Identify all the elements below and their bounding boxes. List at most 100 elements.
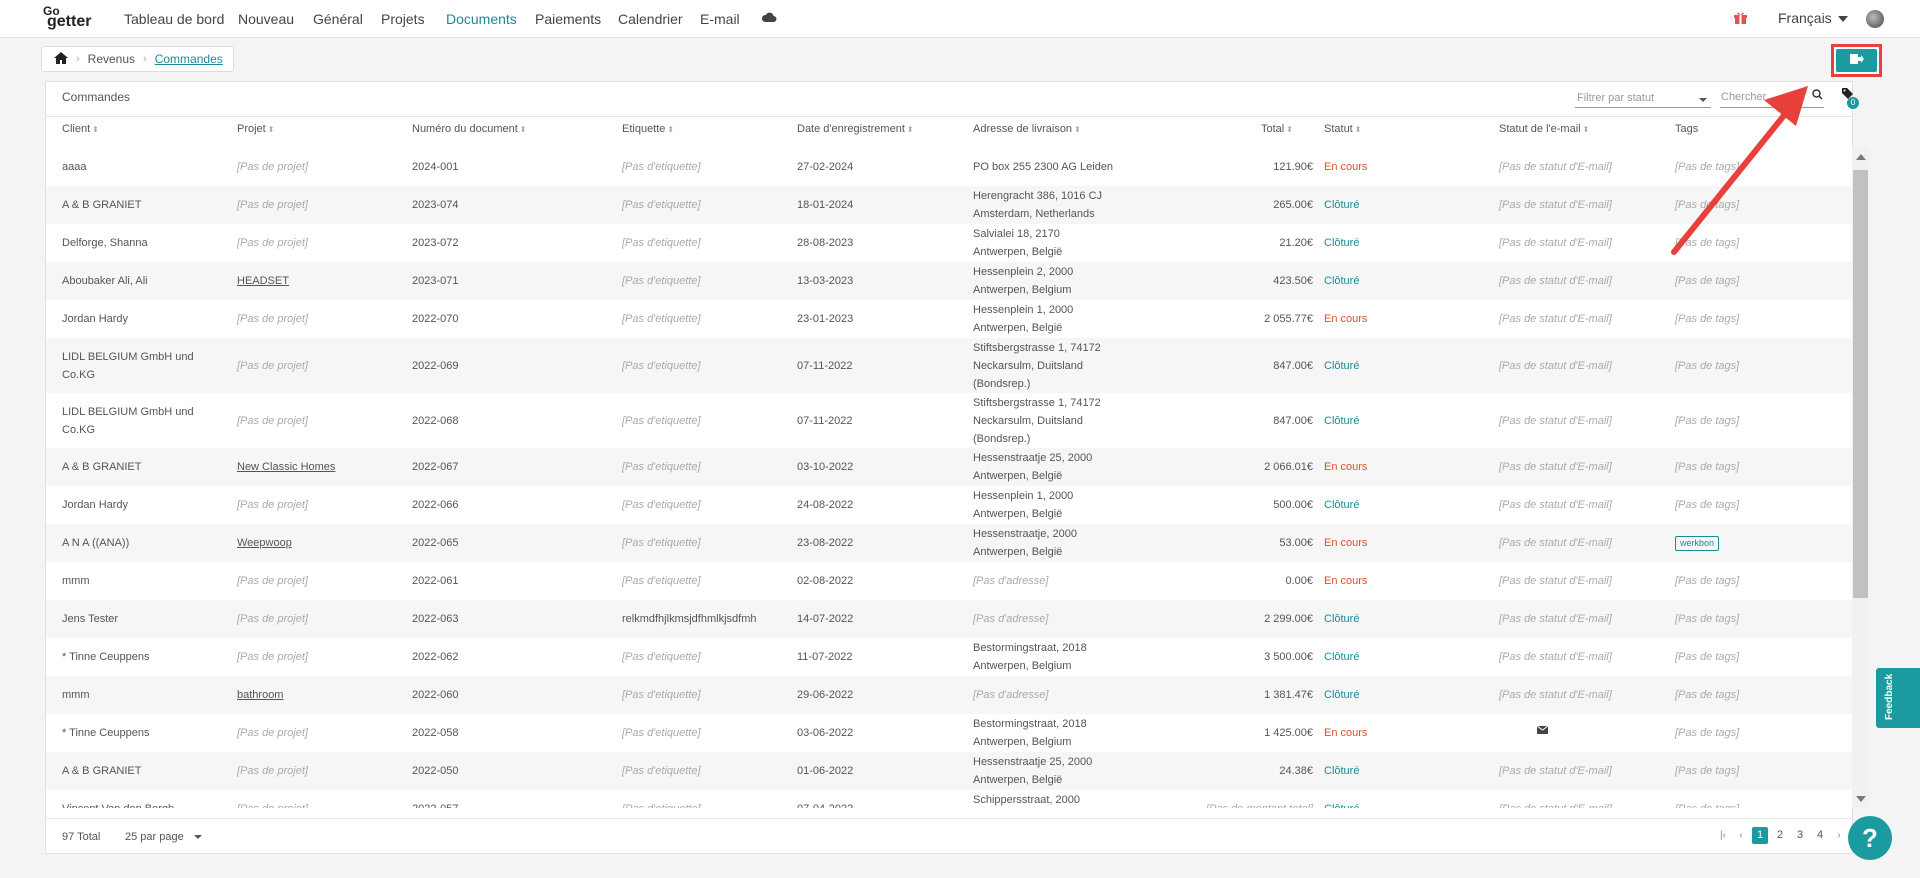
table-row[interactable]: aaaa [Pas de projet] 2024-001 [Pas d'etique… [46, 148, 1852, 186]
cell-project[interactable]: bathroom [237, 676, 402, 714]
home-icon[interactable] [54, 51, 68, 67]
project-link[interactable]: Weepwoop [237, 534, 292, 552]
table-row[interactable]: * Tinne Ceuppens [Pas de projet] 2022-062 [… [46, 638, 1852, 676]
breadcrumb-commandes[interactable]: Commandes [155, 52, 223, 66]
project-link[interactable]: HEADSET [237, 272, 289, 290]
table-row[interactable]: LIDL BELGIUM GmbH und Co.KG [Pas de projet… [46, 393, 1852, 448]
scroll-up-icon[interactable] [1856, 154, 1866, 160]
cell-project: [Pas de projet] [237, 714, 402, 752]
cell-doc-number: 2022-050 [412, 765, 459, 777]
search-input[interactable]: Chercher [1720, 86, 1824, 108]
project-link[interactable]: New Classic Homes [237, 458, 335, 476]
nav-general[interactable]: Général [313, 11, 363, 27]
nav-email[interactable]: E-mail [700, 11, 740, 27]
project-placeholder: [Pas de projet] [237, 651, 308, 663]
col-date[interactable]: Date d'enregistrement ⬍ [797, 123, 914, 135]
nav-paiements[interactable]: Paiements [535, 11, 601, 27]
cell-doc-number: 2022-067 [412, 461, 459, 473]
scroll-thumb[interactable] [1853, 170, 1868, 598]
per-page-select[interactable]: 25 par page [125, 831, 202, 843]
status-filter[interactable]: Filtrer par statut [1575, 86, 1711, 108]
table-row[interactable]: Jens Tester [Pas de projet] 2022-063 relkmd… [46, 600, 1852, 638]
col-numero[interactable]: Numéro du document ⬍ [412, 123, 526, 135]
cell-tags[interactable]: werkbon [1675, 524, 1845, 562]
table-row[interactable]: A & B GRANIET New Classic Homes 2022-067 [P… [46, 448, 1852, 486]
cell-date: 03-06-2022 [797, 727, 854, 739]
breadcrumb-revenus[interactable]: Revenus [88, 52, 135, 66]
cell-text-line: Jordan Hardy [62, 499, 129, 511]
cell-project[interactable]: Weepwoop [237, 524, 402, 562]
gift-icon[interactable] [1733, 10, 1748, 30]
table-row[interactable]: Delforge, Shanna [Pas de projet] 2023-072 [… [46, 224, 1852, 262]
col-etiquette[interactable]: Etiquette ⬍ [622, 123, 674, 135]
scroll-down-icon[interactable] [1856, 796, 1866, 802]
cell-tags: [Pas de tags] [1675, 300, 1845, 338]
table-scrollbar[interactable] [1852, 148, 1869, 808]
cell-email-status: [Pas de statut d'E-mail] [1499, 524, 1669, 562]
label-text: [Pas d'etiquette] [622, 575, 701, 587]
nav-projets[interactable]: Projets [381, 11, 425, 27]
next-page-icon[interactable]: › [1832, 830, 1846, 841]
nav-calendrier[interactable]: Calendrier [618, 11, 683, 27]
page-4[interactable]: 4 [1812, 827, 1828, 844]
cell-client: Aboubaker Ali, Ali [62, 262, 227, 300]
tags-placeholder: [Pas de tags] [1675, 161, 1740, 173]
cell-client: * Tinne Ceuppens [62, 638, 227, 676]
search-placeholder: Chercher [1721, 91, 1767, 103]
table-row[interactable]: A & B GRANIET [Pas de projet] 2023-074 [Pas… [46, 186, 1852, 224]
table-row[interactable]: A & B GRANIET [Pas de projet] 2022-050 [Pas… [46, 752, 1852, 790]
cell-project: [Pas de projet] [237, 790, 402, 808]
sort-icon: ⬍ [92, 125, 99, 134]
col-statut[interactable]: Statut ⬍ [1324, 123, 1361, 135]
col-client[interactable]: Client ⬍ [62, 123, 99, 135]
status-badge: Clôturé [1324, 689, 1360, 701]
label-text: [Pas d'etiquette] [622, 313, 701, 325]
col-adresse[interactable]: Adresse de livraison ⬍ [973, 123, 1081, 135]
col-email-status[interactable]: Statut de l'e-mail ⬍ [1499, 123, 1589, 135]
page-1[interactable]: 1 [1752, 827, 1768, 844]
page-2[interactable]: 2 [1772, 827, 1788, 844]
table-row[interactable]: * Tinne Ceuppens [Pas de projet] 2022-058 [… [46, 714, 1852, 752]
table-row[interactable]: Vincent Van den Bergh [Pas de projet] 2022… [46, 790, 1852, 808]
status-badge: En cours [1324, 727, 1368, 739]
feedback-label: Feedback [1884, 673, 1895, 720]
cell-total: 121.90€ [1061, 148, 1313, 186]
cell-project[interactable]: HEADSET [237, 262, 402, 300]
tag-chip[interactable]: werkbon [1675, 535, 1720, 551]
nav-documents[interactable]: Documents [446, 11, 517, 27]
nav-nouveau[interactable]: Nouveau [238, 11, 294, 27]
nav-tableau-de-bord[interactable]: Tableau de bord [124, 11, 224, 27]
tag-filter-button[interactable]: 0 [1841, 87, 1859, 109]
page-3[interactable]: 3 [1792, 827, 1808, 844]
cell-text-line: Co.KG [62, 423, 96, 436]
cell-label: [Pas d'etiquette] [622, 393, 792, 448]
email-status-text: [Pas de statut d'E-mail] [1499, 313, 1612, 325]
col-projet[interactable]: Projet ⬍ [237, 123, 274, 135]
language-selector[interactable]: Français [1778, 10, 1848, 26]
table-row[interactable]: Jordan Hardy [Pas de projet] 2022-066 [Pas … [46, 486, 1852, 524]
first-page-icon[interactable]: |‹ [1716, 830, 1730, 841]
gogetter-logo[interactable]: Go getter [43, 4, 101, 32]
table-row[interactable]: Jordan Hardy [Pas de projet] 2022-070 [Pas … [46, 300, 1852, 338]
export-highlight-box [1831, 44, 1882, 77]
search-icon[interactable] [1812, 87, 1823, 105]
avatar[interactable] [1866, 10, 1884, 28]
table-row[interactable]: LIDL BELGIUM GmbH und Co.KG [Pas de projet… [46, 338, 1852, 393]
table-row[interactable]: Aboubaker Ali, Ali HEADSET 2023-071 [Pas d'… [46, 262, 1852, 300]
help-button[interactable]: ? [1848, 816, 1892, 860]
table-row[interactable]: A N A ((ANA)) Weepwoop 2022-065 [Pas d'etiq… [46, 524, 1852, 562]
project-placeholder: [Pas de projet] [237, 313, 308, 325]
project-link[interactable]: bathroom [237, 686, 283, 704]
cell-project[interactable]: New Classic Homes [237, 448, 402, 486]
feedback-tab[interactable]: Feedback [1876, 668, 1920, 728]
table-row[interactable]: mmm [Pas de projet] 2022-061 [Pas d'etiquet… [46, 562, 1852, 600]
table-row[interactable]: mmm bathroom 2022-060 [Pas d'etiquette] 29-0… [46, 676, 1852, 714]
col-total[interactable]: Total ⬍ [1261, 123, 1293, 135]
cloud-icon[interactable] [761, 10, 777, 28]
cell-email-status: [Pas de statut d'E-mail] [1499, 752, 1669, 790]
email-status-text: [Pas de statut d'E-mail] [1499, 537, 1612, 549]
export-button[interactable] [1836, 49, 1877, 72]
prev-page-icon[interactable]: ‹ [1734, 830, 1748, 841]
sort-icon: ⬍ [1074, 125, 1081, 134]
chevron-down-icon [1837, 16, 1848, 23]
